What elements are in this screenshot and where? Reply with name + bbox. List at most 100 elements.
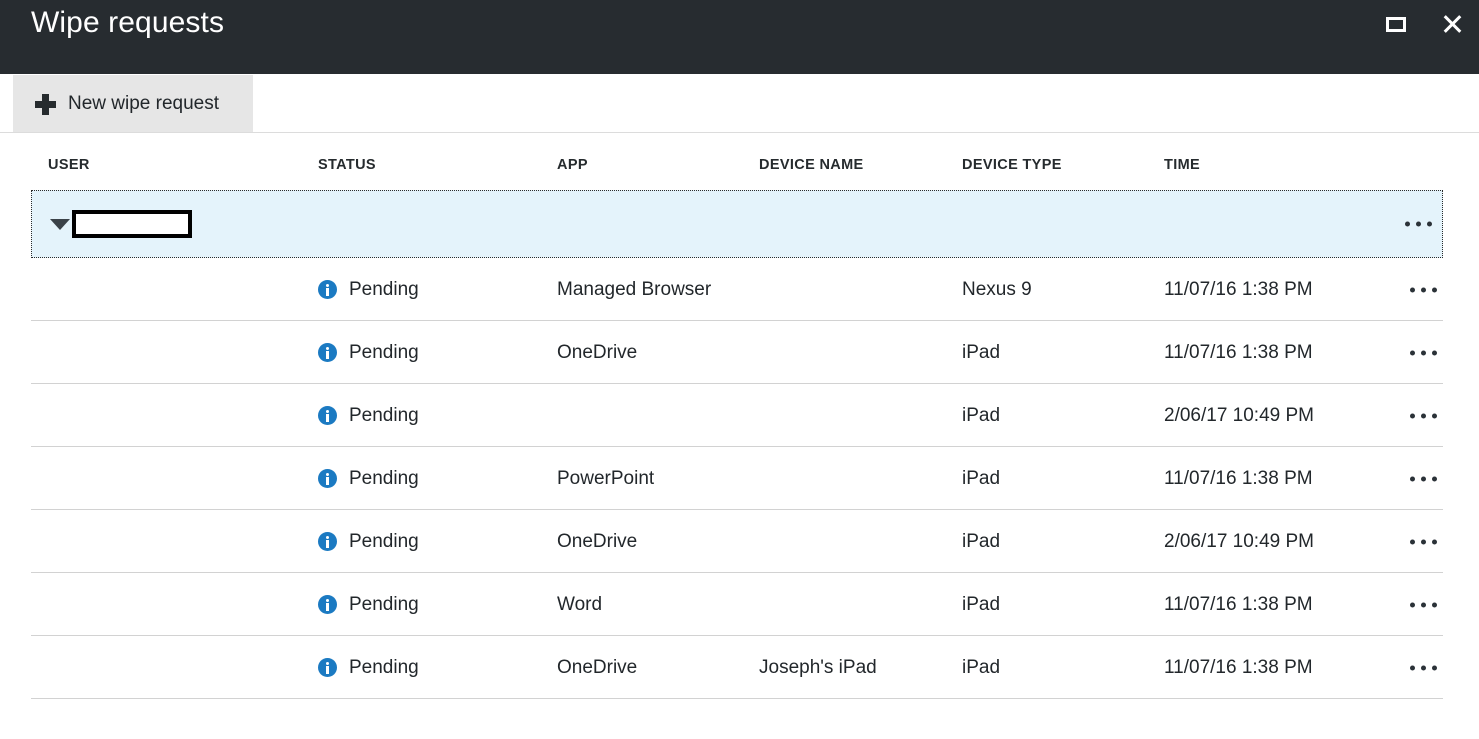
status-label: Pending [349, 468, 419, 490]
status-label: Pending [349, 531, 419, 553]
status-label: Pending [349, 405, 419, 427]
ellipsis-dot [1421, 476, 1426, 481]
close-button[interactable] [1435, 7, 1469, 41]
restore-icon [1386, 17, 1406, 32]
window-controls [1379, 0, 1469, 48]
row-overflow-menu[interactable] [1406, 594, 1441, 615]
plus-icon [35, 94, 56, 115]
cell-status: Pending [318, 342, 419, 364]
table-row[interactable]: Pending PowerPoint iPad 11/07/16 1:38 PM [0, 447, 1479, 510]
cell-device-type: iPad [962, 405, 1000, 427]
table-row[interactable]: Pending iPad 2/06/17 10:49 PM [0, 384, 1479, 447]
ellipsis-dot [1432, 350, 1437, 355]
ellipsis-dot [1421, 602, 1426, 607]
column-header-device-type[interactable]: DEVICE TYPE [962, 157, 1062, 173]
table-row[interactable]: Pending OneDrive iPad 11/07/16 1:38 PM [0, 321, 1479, 384]
cell-time: 11/07/16 1:38 PM [1164, 342, 1313, 364]
row-overflow-menu[interactable] [1406, 531, 1441, 552]
cell-app: OneDrive [557, 531, 637, 553]
cell-device-type: iPad [962, 342, 1000, 364]
table-row[interactable]: Pending Managed Browser Nexus 9 11/07/16… [0, 258, 1479, 321]
ellipsis-dot [1432, 287, 1437, 292]
table-row[interactable]: Pending Word iPad 11/07/16 1:38 PM [0, 573, 1479, 636]
new-wipe-request-button[interactable]: New wipe request [13, 75, 253, 133]
grid-group-row-selected[interactable] [31, 190, 1443, 258]
wipe-requests-grid: USER STATUS APP DEVICE NAME DEVICE TYPE … [0, 140, 1479, 699]
cell-device-type: iPad [962, 531, 1000, 553]
table-row[interactable]: Pending OneDrive iPad 2/06/17 10:49 PM [0, 510, 1479, 573]
row-separator [31, 698, 1443, 699]
cell-status: Pending [318, 531, 419, 553]
column-header-user[interactable]: USER [48, 157, 90, 173]
cell-time: 11/07/16 1:38 PM [1164, 657, 1313, 679]
user-redaction-box [72, 210, 192, 238]
ellipsis-dot [1405, 222, 1410, 227]
ellipsis-dot [1421, 539, 1426, 544]
ellipsis-dot [1416, 222, 1421, 227]
close-icon [1441, 13, 1463, 35]
ellipsis-dot [1432, 602, 1437, 607]
info-icon [318, 343, 337, 362]
new-wipe-request-label: New wipe request [68, 93, 219, 115]
cell-time: 11/07/16 1:38 PM [1164, 468, 1313, 490]
command-bar: New wipe request [0, 74, 1479, 133]
row-overflow-menu[interactable] [1401, 214, 1436, 235]
cell-time: 11/07/16 1:38 PM [1164, 279, 1313, 301]
grid-body: Pending Managed Browser Nexus 9 11/07/16… [0, 258, 1479, 699]
status-label: Pending [349, 657, 419, 679]
cell-app: OneDrive [557, 342, 637, 364]
info-icon [318, 406, 337, 425]
row-overflow-menu[interactable] [1406, 279, 1441, 300]
cell-device-type: iPad [962, 468, 1000, 490]
cell-time: 2/06/17 10:49 PM [1164, 405, 1314, 427]
row-overflow-menu[interactable] [1406, 657, 1441, 678]
row-overflow-menu[interactable] [1406, 405, 1441, 426]
cell-status: Pending [318, 405, 419, 427]
ellipsis-dot [1421, 350, 1426, 355]
info-icon [318, 595, 337, 614]
grid-header-row: USER STATUS APP DEVICE NAME DEVICE TYPE … [0, 140, 1479, 190]
ellipsis-dot [1410, 287, 1415, 292]
info-icon [318, 532, 337, 551]
column-header-status[interactable]: STATUS [318, 157, 376, 173]
cell-app: Word [557, 594, 602, 616]
ellipsis-dot [1421, 287, 1426, 292]
column-header-app[interactable]: APP [557, 157, 588, 173]
row-overflow-menu[interactable] [1406, 342, 1441, 363]
cell-app: OneDrive [557, 657, 637, 679]
cell-status: Pending [318, 657, 419, 679]
info-icon [318, 658, 337, 677]
cell-time: 2/06/17 10:49 PM [1164, 531, 1314, 553]
ellipsis-dot [1410, 350, 1415, 355]
ellipsis-dot [1432, 665, 1437, 670]
cell-status: Pending [318, 594, 419, 616]
ellipsis-dot [1421, 665, 1426, 670]
cell-app: Managed Browser [557, 279, 711, 301]
row-overflow-menu[interactable] [1406, 468, 1441, 489]
ellipsis-dot [1421, 413, 1426, 418]
info-icon [318, 280, 337, 299]
chevron-down-icon[interactable] [50, 219, 70, 230]
status-label: Pending [349, 594, 419, 616]
cell-device-name: Joseph's iPad [759, 657, 877, 679]
table-row[interactable]: Pending OneDrive Joseph's iPad iPad 11/0… [0, 636, 1479, 699]
ellipsis-dot [1410, 413, 1415, 418]
cell-device-type: iPad [962, 657, 1000, 679]
ellipsis-dot [1410, 602, 1415, 607]
ellipsis-dot [1432, 476, 1437, 481]
ellipsis-dot [1432, 413, 1437, 418]
column-header-device-name[interactable]: DEVICE NAME [759, 157, 864, 173]
info-icon [318, 469, 337, 488]
cell-device-type: iPad [962, 594, 1000, 616]
cell-app: PowerPoint [557, 468, 654, 490]
ellipsis-dot [1410, 476, 1415, 481]
ellipsis-dot [1410, 665, 1415, 670]
ellipsis-dot [1410, 539, 1415, 544]
status-label: Pending [349, 342, 419, 364]
column-header-time[interactable]: TIME [1164, 157, 1200, 173]
window-titlebar: Wipe requests [0, 0, 1479, 74]
restore-button[interactable] [1379, 7, 1413, 41]
command-bar-divider [0, 132, 1479, 133]
status-label: Pending [349, 279, 419, 301]
cell-status: Pending [318, 468, 419, 490]
